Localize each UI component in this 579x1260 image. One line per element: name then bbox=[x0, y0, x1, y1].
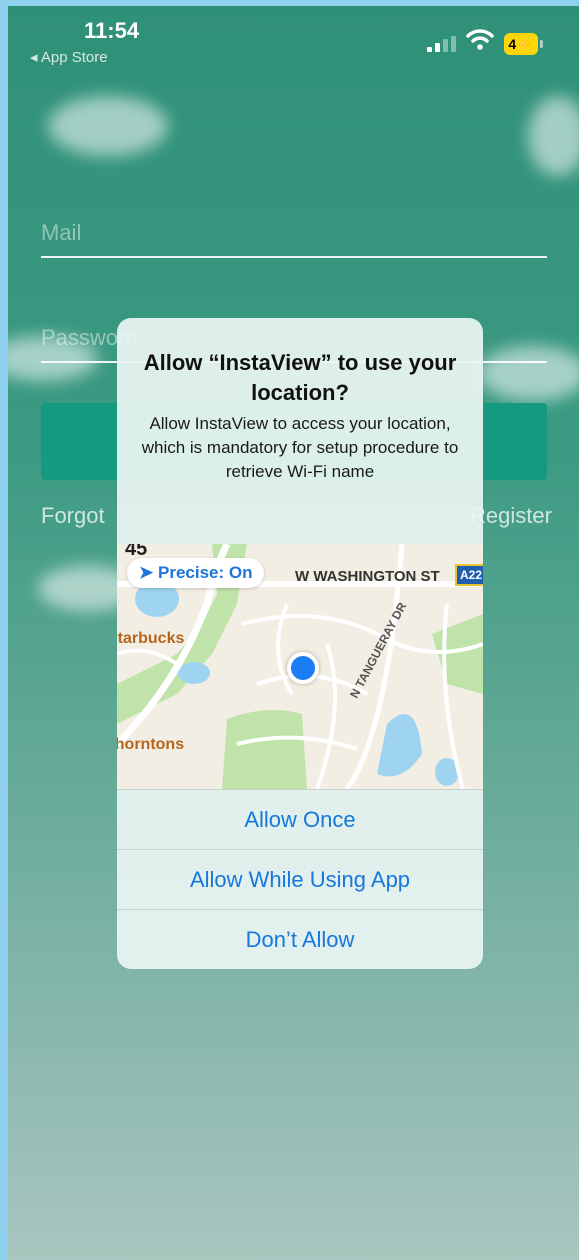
poi-thorntons: Thorntons bbox=[117, 736, 185, 753]
cloud-decor bbox=[48, 96, 168, 156]
current-location-dot bbox=[287, 652, 319, 684]
precise-location-toggle[interactable]: ➤ Precise: On bbox=[127, 558, 265, 588]
poi-starbucks: Starbucks bbox=[117, 630, 185, 647]
mail-field[interactable]: Mail bbox=[41, 206, 547, 258]
forgot-password-link[interactable]: Forgot bbox=[41, 503, 105, 529]
location-arrow-icon: ➤ bbox=[139, 563, 154, 582]
status-bar: 11:54 ◂ App Store 4⚡ bbox=[8, 6, 579, 76]
mail-placeholder: Mail bbox=[41, 220, 82, 245]
cloud-decor bbox=[528, 96, 579, 176]
dont-allow-button[interactable]: Don’t Allow bbox=[117, 909, 483, 969]
back-to-app-store-link[interactable]: ◂ App Store bbox=[30, 48, 108, 66]
precise-label: Precise: On bbox=[157, 563, 253, 582]
allow-once-button[interactable]: Allow Once bbox=[117, 789, 483, 850]
cellular-signal-icon bbox=[427, 36, 456, 52]
status-time: 11:54 bbox=[84, 18, 140, 43]
dialog-title: Allow “InstaView” to use your location? bbox=[143, 350, 457, 405]
battery-icon: 4⚡ bbox=[504, 33, 538, 55]
wifi-icon bbox=[466, 29, 494, 50]
allow-while-using-button[interactable]: Allow While Using App bbox=[117, 849, 483, 910]
dialog-message: Allow InstaView to access your location,… bbox=[141, 414, 459, 481]
route-shield-a22: A22 bbox=[455, 564, 483, 586]
location-permission-dialog: Allow “InstaView” to use your location? … bbox=[117, 318, 483, 969]
app-screen: 11:54 ◂ App Store 4⚡ Mail Password Forgo… bbox=[8, 6, 579, 1260]
battery-cap bbox=[540, 40, 543, 48]
street-label-washington: W WASHINGTON ST bbox=[295, 568, 440, 585]
